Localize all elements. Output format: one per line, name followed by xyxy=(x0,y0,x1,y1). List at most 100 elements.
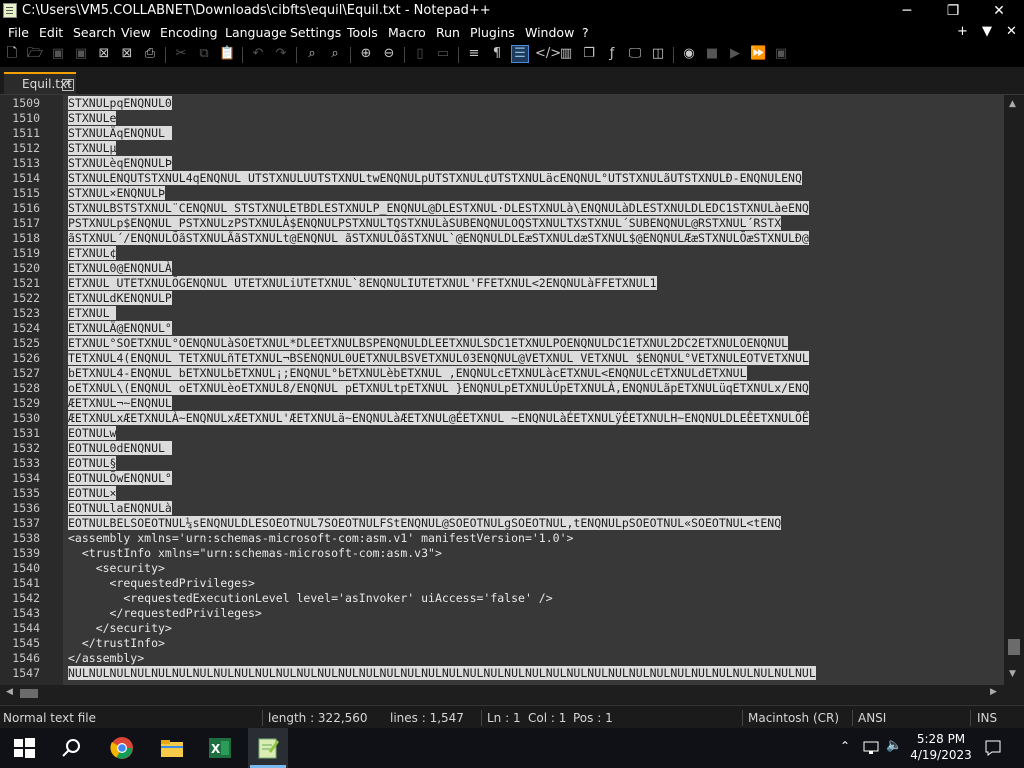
code-line[interactable]: ÆETXNUL¬~ENQNUL xyxy=(68,396,172,411)
horizontal-scrollbar[interactable]: ◀ ▶ xyxy=(0,685,1004,702)
tab-equil-txt[interactable]: Equil.txt ✕ xyxy=(4,72,76,94)
code-line[interactable]: TETXNUL4(ENQNUL TETXNULñTETXNUL¬BSENQNUL… xyxy=(68,351,809,366)
code-line[interactable]: EOTNULBELSOEOTNUL¼sENQNULDLESOEOTNUL7SOE… xyxy=(68,516,782,531)
sync-horizontal-icon[interactable]: ▭ xyxy=(435,46,451,62)
zoom-out-icon[interactable]: ⊖ xyxy=(381,46,397,62)
menu-run[interactable]: Run xyxy=(436,25,460,40)
horizontal-scroll-thumb[interactable] xyxy=(20,689,38,698)
save-icon[interactable]: ▣ xyxy=(50,46,66,62)
paste-icon[interactable]: 📋 xyxy=(219,46,235,62)
menu-tools[interactable]: Tools xyxy=(347,25,378,40)
zoom-in-icon[interactable]: ⊕ xyxy=(358,46,374,62)
code-line[interactable]: STXNULe xyxy=(68,111,117,126)
code-line[interactable]: EOTNUL0dENQNUL xyxy=(68,441,172,456)
menu-plugins[interactable]: Plugins xyxy=(470,25,515,40)
code-line[interactable]: ETXNUL¢ xyxy=(68,246,117,261)
code-line[interactable]: ETXNUL UTETXNULÕGENQNUL UTETXNULiUTETXNU… xyxy=(68,276,657,291)
monitor-icon[interactable]: 🖵 xyxy=(627,46,643,62)
close-doc-icon[interactable]: ✕ xyxy=(1006,24,1017,39)
editor[interactable]: 1509 1510 1511 1512 1513 1514 1515 1516 1517 1518… xyxy=(0,95,1004,685)
network-icon[interactable] xyxy=(862,740,880,756)
file-explorer-icon[interactable] xyxy=(160,736,184,760)
status-encoding[interactable]: ANSI xyxy=(858,711,886,725)
sync-vertical-icon[interactable]: ▯ xyxy=(412,46,428,62)
excel-icon[interactable]: X xyxy=(208,736,232,760)
code-line[interactable]: STXNUL×ENQNULÞ xyxy=(68,186,165,201)
text-area[interactable]: STXNULpqENQNUL0 STXNULe STXNULÄqENQNUL STX… xyxy=(63,95,1004,685)
start-icon[interactable] xyxy=(12,736,36,760)
code-line[interactable]: STXNULpqENQNUL0 xyxy=(68,96,172,111)
close-icon[interactable]: ⊠ xyxy=(96,46,112,62)
code-line[interactable]: ETXNULÄ@ENQNUL° xyxy=(68,321,172,336)
menu-help[interactable]: ? xyxy=(582,25,589,40)
volume-icon[interactable]: 🔈 xyxy=(886,738,902,753)
code-line[interactable]: STXNULèqENQNULÞ xyxy=(68,156,172,171)
copy-icon[interactable]: ⧉ xyxy=(196,46,212,62)
code-line[interactable]: ETXNUL xyxy=(68,306,117,321)
status-insert-mode[interactable]: INS xyxy=(977,711,997,725)
scroll-left-icon[interactable]: ◀ xyxy=(6,687,13,697)
code-line[interactable]: <requestedPrivileges> xyxy=(68,576,255,591)
code-line[interactable]: EOTNULlaENQNULà xyxy=(68,501,172,516)
maximize-button[interactable]: ❐ xyxy=(930,0,976,22)
code-line[interactable]: EOTNUL§ xyxy=(68,456,117,471)
save-all-icon[interactable]: ▣ xyxy=(73,46,89,62)
code-line[interactable]: <trustInfo xmlns="urn:schemas-microsoft-… xyxy=(68,546,442,561)
show-hidden-icons-icon[interactable]: ⌃ xyxy=(840,739,850,753)
clock[interactable]: 5:28 PM 4/19/2023 xyxy=(906,731,976,763)
vertical-scroll-thumb[interactable] xyxy=(1008,639,1020,655)
code-line[interactable]: ÆETXNULxÆETXNULÀ~ENQNULxÆETXNUL'ÆETXNULä… xyxy=(68,411,809,426)
code-line[interactable]: bETXNUL4-ENQNUL bETXNULbETXNUL¡;ENQNUL°b… xyxy=(68,366,747,381)
find-icon[interactable]: ⌕ xyxy=(304,46,320,62)
folder-workspace-icon[interactable]: ◫ xyxy=(650,46,666,62)
vertical-scrollbar[interactable]: ▲ ▼ xyxy=(1004,95,1024,685)
code-line[interactable]: oETXNUL\(ENQNUL oETXNULèoETXNUL8/ENQNUL … xyxy=(68,381,809,396)
code-line[interactable]: STXNULÄqENQNUL xyxy=(68,126,172,141)
search-icon[interactable] xyxy=(60,736,84,760)
stop-macro-icon[interactable]: ■ xyxy=(704,46,720,62)
word-wrap-icon[interactable]: ≡ xyxy=(466,46,482,62)
code-line[interactable]: ãSTXNUL´/ENQNULÕãSTXNULÃãSTXNULt@ENQNUL … xyxy=(68,231,809,246)
code-line[interactable]: STXNULµ xyxy=(68,141,117,156)
code-line[interactable]: <requestedExecutionLevel level='asInvoke… xyxy=(68,591,552,606)
code-line[interactable]: PSTXNULp$ENQNUL PSTXNULzPSTXNULÀ$ENQNULP… xyxy=(68,216,782,231)
minimize-button[interactable]: ─ xyxy=(884,0,930,22)
redo-icon[interactable]: ↷ xyxy=(273,46,289,62)
code-line[interactable]: </assembly> xyxy=(68,651,144,666)
clone-doc-icon[interactable]: ❐ xyxy=(581,46,597,62)
undo-icon[interactable]: ↶ xyxy=(250,46,266,62)
tab-close-icon[interactable]: ✕ xyxy=(62,79,74,91)
save-macro-icon[interactable]: ▣ xyxy=(773,46,789,62)
status-eol-format[interactable]: Macintosh (CR) xyxy=(748,711,839,725)
code-line[interactable]: STXNULENQUTSTXNUL4qENQNUL UTSTXNULUUTSTX… xyxy=(68,171,802,186)
replace-icon[interactable]: ⌕ xyxy=(327,46,343,62)
indent-guide-icon[interactable]: ☰ xyxy=(511,45,529,63)
code-line[interactable]: <assembly xmlns='urn:schemas-microsoft-c… xyxy=(68,531,573,546)
menu-settings[interactable]: Settings xyxy=(290,25,341,40)
code-line[interactable]: EOTNULw xyxy=(68,426,117,441)
function-list-icon[interactable]: ƒ xyxy=(604,46,620,62)
code-line[interactable]: </trustInfo> xyxy=(68,636,165,651)
menu-language[interactable]: Language xyxy=(225,25,287,40)
close-button[interactable]: ✕ xyxy=(976,0,1022,22)
menu-macro[interactable]: Macro xyxy=(388,25,426,40)
code-line[interactable]: EOTNUL× xyxy=(68,486,117,501)
code-line[interactable]: STXNULBSTSTXNUL¨CENQNUL STSTXNULETBDLEST… xyxy=(68,201,809,216)
code-line[interactable]: NULNULNULNULNULNULNULNULNULNULNULNULNULN… xyxy=(68,666,816,681)
notification-center-icon[interactable] xyxy=(984,739,1002,757)
scroll-up-icon[interactable]: ▲ xyxy=(1009,99,1016,109)
scroll-right-icon[interactable]: ▶ xyxy=(990,687,997,697)
show-all-chars-icon[interactable]: ¶ xyxy=(489,46,505,62)
run-macro-multiple-icon[interactable]: ⏩ xyxy=(750,46,766,62)
scroll-down-icon[interactable]: ▼ xyxy=(1009,669,1016,679)
open-file-icon[interactable]: 🗁 xyxy=(27,46,43,62)
code-line[interactable]: ETXNULdKENQNULP xyxy=(68,291,172,306)
menu-search[interactable]: Search xyxy=(73,25,116,40)
menu-encoding[interactable]: Encoding xyxy=(160,25,218,40)
code-line[interactable]: </requestedPrivileges> xyxy=(68,606,262,621)
chrome-icon[interactable] xyxy=(110,736,134,760)
menu-view[interactable]: View xyxy=(121,25,151,40)
tab-list-dropdown-icon[interactable]: ▼ xyxy=(982,24,992,39)
code-line[interactable]: ETXNUL°SOETXNUL°OENQNULàSOETXNUL*DLEETXN… xyxy=(68,336,789,351)
code-line[interactable]: ETXNUL0@ENQNULÀ xyxy=(68,261,172,276)
